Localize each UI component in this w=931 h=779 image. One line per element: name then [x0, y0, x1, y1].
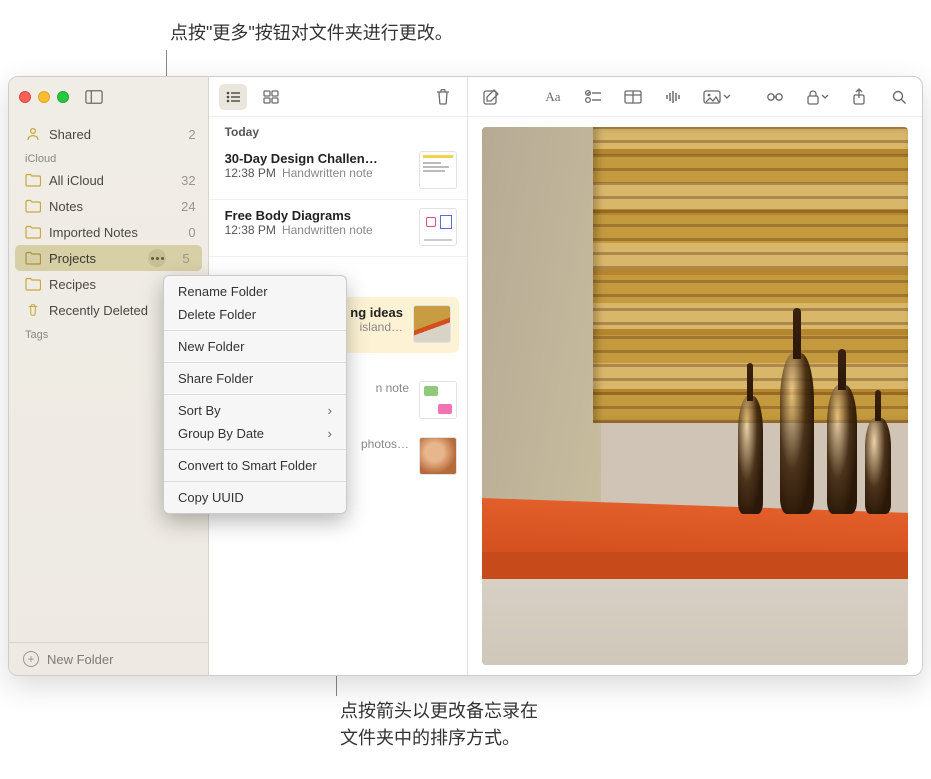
sidebar-item-count: 0 [188, 225, 195, 240]
menu-rename-folder[interactable]: Rename Folder [164, 280, 346, 303]
fullscreen-window-button[interactable] [57, 91, 69, 103]
sidebar-item-count: 5 [182, 251, 189, 266]
menu-sort-by[interactable]: Sort By › [164, 399, 346, 422]
callout-bottom-line1: 点按箭头以更改备忘录在 [340, 698, 538, 725]
note-thumbnail [419, 208, 457, 246]
note-subtitle: Handwritten note [282, 223, 373, 237]
sidebar-footer: + New Folder [9, 642, 208, 675]
list-toolbar [209, 77, 467, 117]
note-thumbnail [419, 381, 457, 419]
titlebar-left [9, 77, 208, 117]
sidebar-item-count: 32 [181, 173, 195, 188]
callout-bottom-line2: 文件夹中的排序方式。 [340, 725, 538, 752]
sidebar-item-label: Imported Notes [49, 225, 138, 240]
share-button[interactable] [846, 84, 872, 110]
traffic-lights [19, 91, 69, 103]
menu-group-by-date[interactable]: Group By Date › [164, 422, 346, 445]
table-button[interactable] [620, 84, 646, 110]
folder-icon [25, 251, 41, 265]
folder-icon [25, 173, 41, 187]
note-time: 12:38 PM [225, 223, 276, 237]
sidebar-shared-count: 2 [188, 127, 195, 142]
note-thumbnail [413, 305, 451, 343]
editor-content [468, 117, 922, 675]
note-item[interactable]: 30-Day Design Challen… 12:38 PM Handwritt… [209, 143, 467, 200]
app-window: Shared 2 iCloud All iCloud 32 Notes 24 I… [8, 76, 923, 676]
note-subtitle: n note [376, 381, 409, 395]
menu-sort-label: Sort By [178, 403, 221, 418]
plus-icon: + [23, 651, 39, 667]
folder-icon [25, 277, 41, 291]
sidebar-item-count: 24 [181, 199, 195, 214]
list-view-button[interactable] [219, 84, 247, 110]
note-photo[interactable] [482, 127, 908, 665]
sidebar-item-imported[interactable]: Imported Notes 0 [9, 219, 208, 245]
more-button[interactable] [148, 249, 166, 267]
editor-column: Aa [468, 77, 922, 675]
compose-button[interactable] [478, 84, 504, 110]
media-button[interactable] [700, 84, 734, 110]
trash-icon [25, 303, 41, 317]
audio-button[interactable] [660, 84, 686, 110]
sidebar-item-notes[interactable]: Notes 24 [9, 193, 208, 219]
note-subtitle: island… [360, 320, 403, 334]
sidebar-shared-label: Shared [49, 127, 91, 142]
menu-share-folder[interactable]: Share Folder [164, 367, 346, 390]
note-title: Free Body Diagrams [225, 208, 409, 223]
menu-convert-smart[interactable]: Convert to Smart Folder [164, 454, 346, 477]
callout-top: 点按"更多"按钮对文件夹进行更改。 [170, 20, 453, 47]
menu-separator [164, 449, 346, 450]
sidebar-toggle-icon[interactable] [85, 88, 103, 106]
menu-new-folder[interactable]: New Folder [164, 335, 346, 358]
note-title: 30-Day Design Challen… [225, 151, 409, 166]
link-button[interactable] [762, 84, 788, 110]
note-thumbnail [419, 151, 457, 189]
sidebar-item-label: Recipes [49, 277, 96, 292]
minimize-window-button[interactable] [38, 91, 50, 103]
note-subtitle: photos… [361, 437, 409, 451]
menu-delete-folder[interactable]: Delete Folder [164, 303, 346, 326]
menu-separator [164, 481, 346, 482]
new-folder-button[interactable]: New Folder [47, 652, 113, 667]
checklist-button[interactable] [580, 84, 606, 110]
sidebar-item-projects[interactable]: Projects 5 [15, 245, 202, 271]
sidebar-item-label: Projects [49, 251, 96, 266]
note-time: 12:38 PM [225, 166, 276, 180]
folder-icon [25, 199, 41, 213]
sidebar-item-label: Notes [49, 199, 83, 214]
shared-icon [25, 126, 41, 142]
chevron-right-icon: › [328, 426, 332, 441]
lock-button[interactable] [802, 84, 832, 110]
editor-toolbar: Aa [468, 77, 922, 117]
note-thumbnail [419, 437, 457, 475]
folder-icon [25, 225, 41, 239]
folder-context-menu: Rename Folder Delete Folder New Folder S… [163, 275, 347, 514]
more-icon [151, 257, 164, 260]
menu-separator [164, 362, 346, 363]
menu-separator [164, 394, 346, 395]
sidebar-item-all-icloud[interactable]: All iCloud 32 [9, 167, 208, 193]
sidebar-item-label: All iCloud [49, 173, 104, 188]
list-section-header: Today [209, 117, 467, 143]
menu-separator [164, 330, 346, 331]
sidebar-item-label: Recently Deleted [49, 303, 148, 318]
sidebar-section-icloud: iCloud [9, 147, 208, 167]
note-subtitle: Handwritten note [282, 166, 373, 180]
format-button[interactable]: Aa [540, 84, 566, 110]
note-item[interactable]: Free Body Diagrams 12:38 PM Handwritten n… [209, 200, 467, 257]
menu-copy-uuid[interactable]: Copy UUID [164, 486, 346, 509]
delete-note-button[interactable] [429, 84, 457, 110]
search-button[interactable] [886, 84, 912, 110]
grid-view-button[interactable] [257, 84, 285, 110]
callout-bottom: 点按箭头以更改备忘录在 文件夹中的排序方式。 [340, 698, 538, 752]
sidebar-item-shared[interactable]: Shared 2 [9, 121, 208, 147]
close-window-button[interactable] [19, 91, 31, 103]
menu-group-label: Group By Date [178, 426, 264, 441]
chevron-right-icon: › [328, 403, 332, 418]
